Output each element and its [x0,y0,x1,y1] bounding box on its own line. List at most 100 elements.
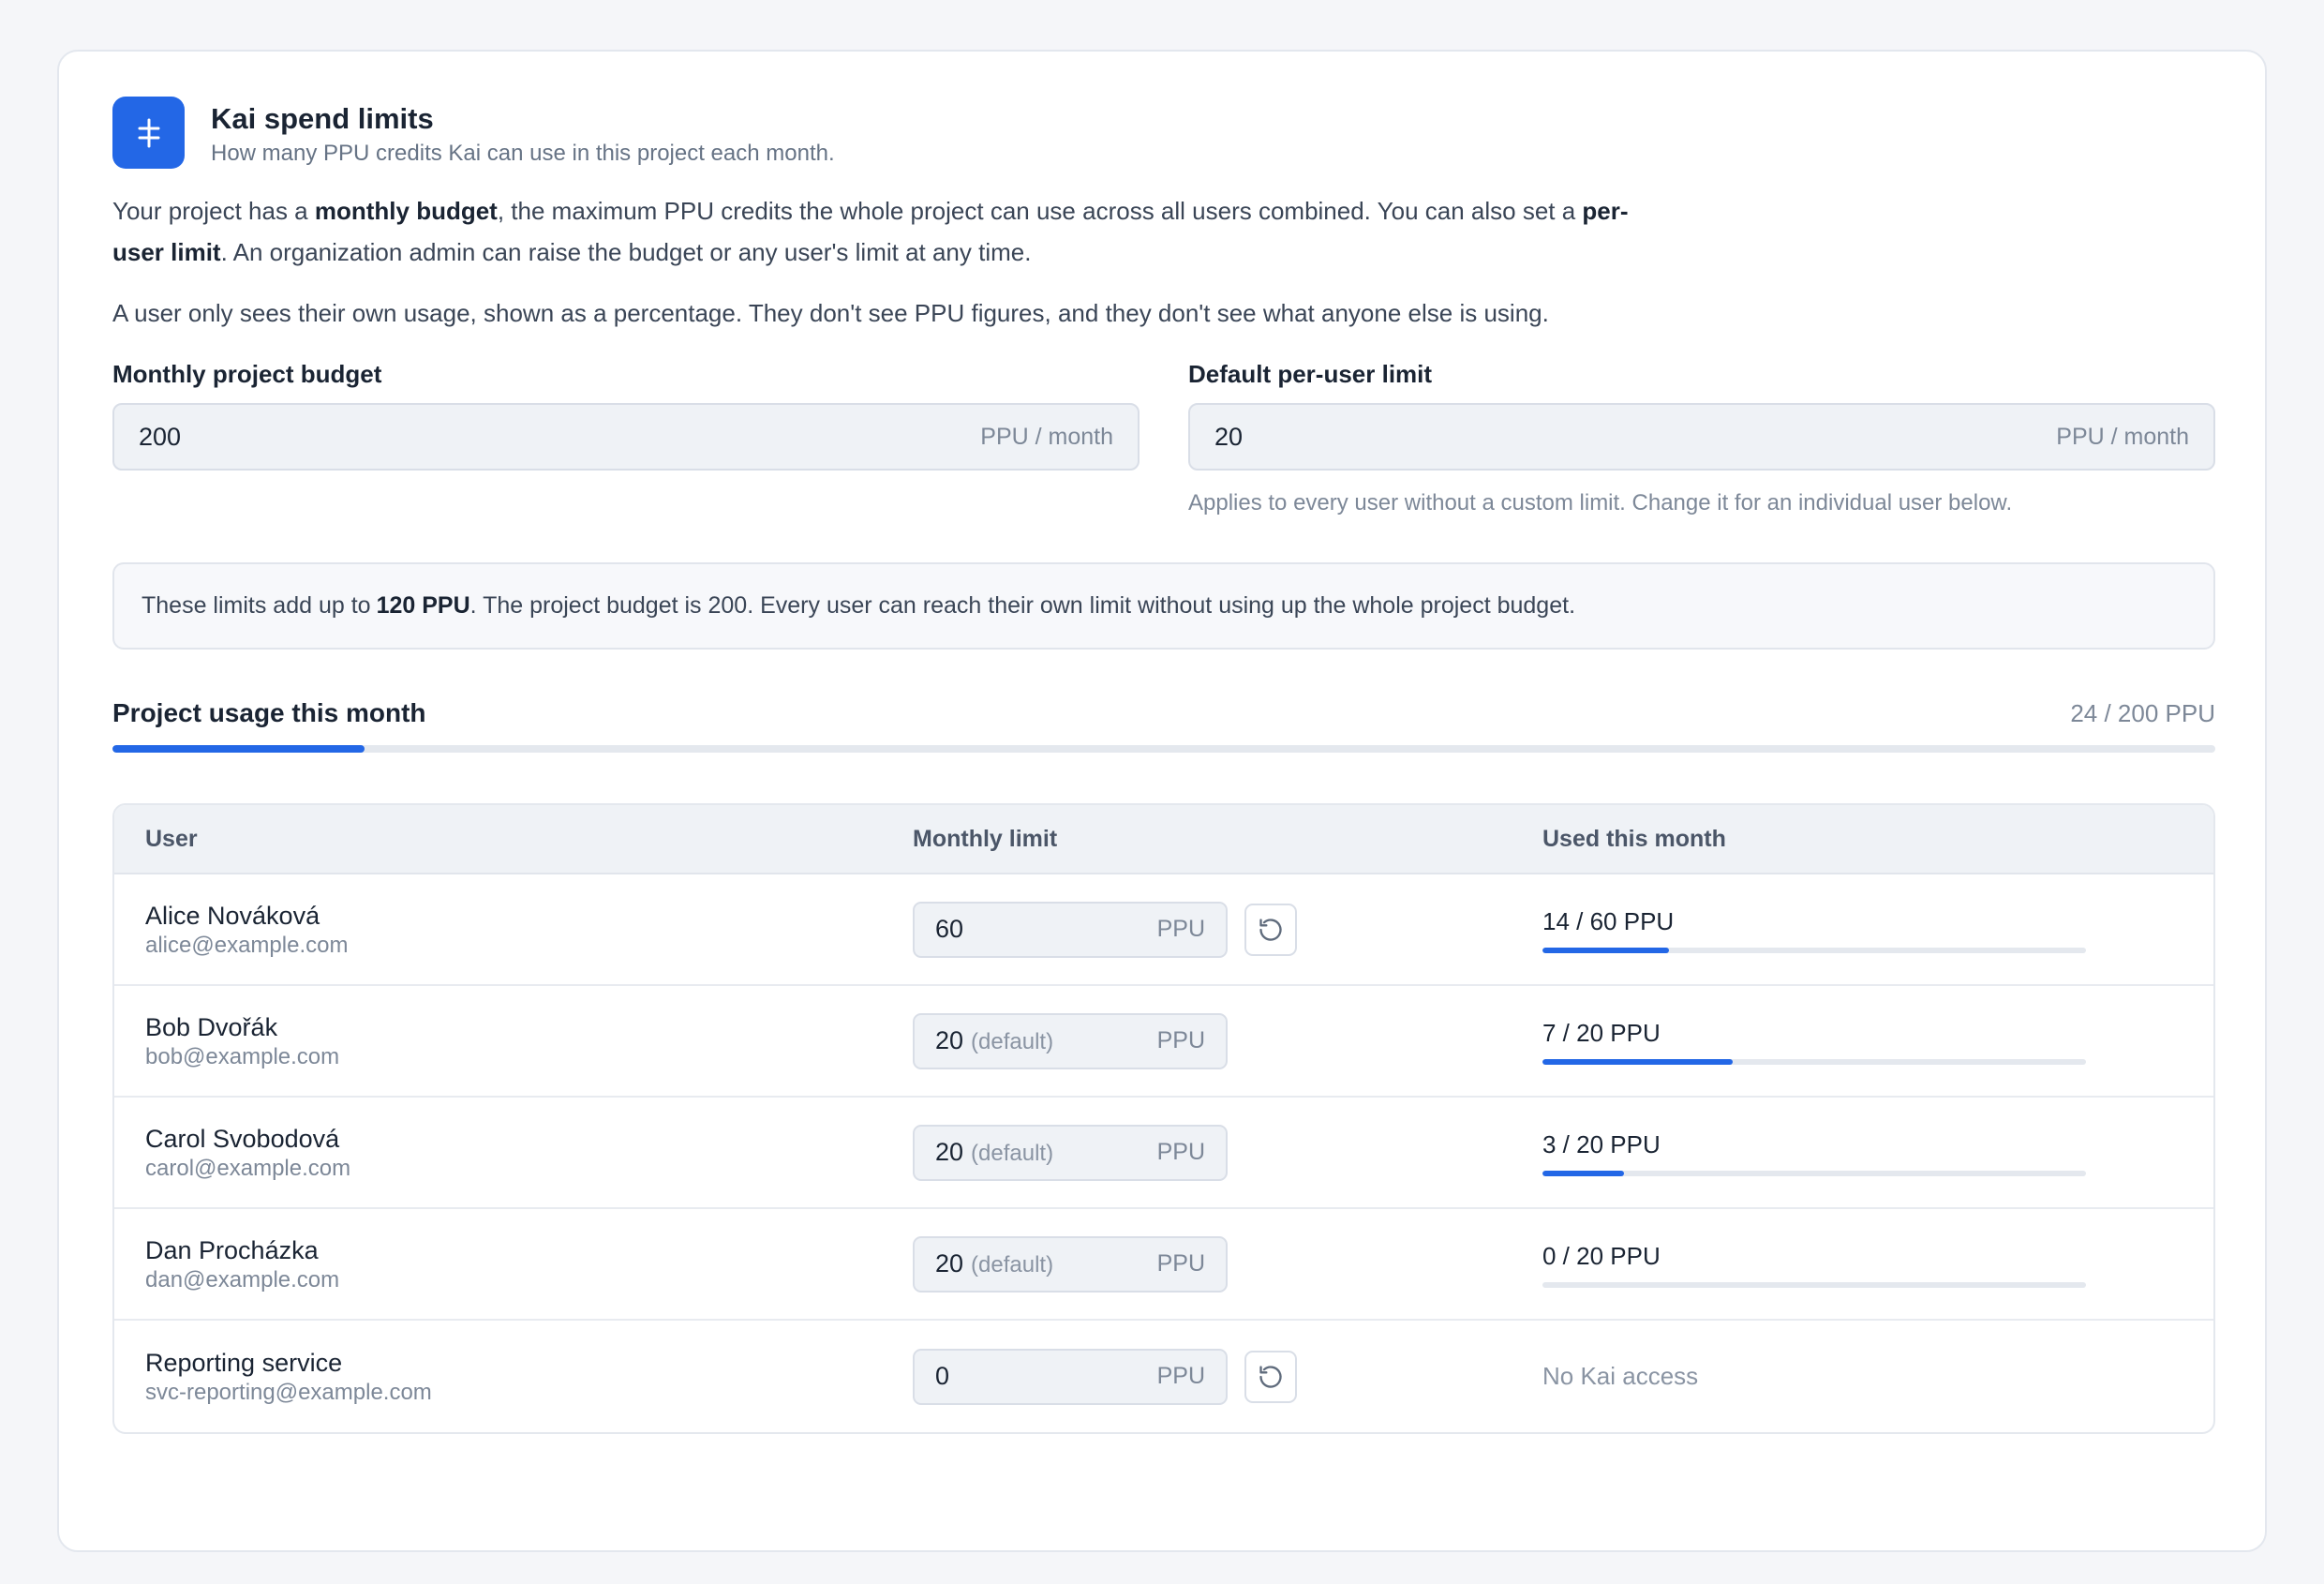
user-usage-value: 3 / 20 PPU [1542,1129,1661,1158]
budget-label: Monthly project budget [112,360,382,388]
intro-paragraph-budget: Your project has a monthly budget, the m… [112,197,1629,266]
table-row: Alice Nováková alice@example.com 60 PPU 14 /… [114,874,2213,986]
user-email: dan@example.com [145,1266,340,1293]
card-content: Kai spend limits How many PPU credits Ka… [112,97,2215,1434]
usage-cell: 14 / 60 PPU [1542,906,2213,953]
user-email: carol@example.com [145,1155,351,1181]
limit-fields: Monthly project budget 200 PPU / month D… [112,358,2215,517]
user-usage-value: 7 / 20 PPU [1542,1018,1661,1047]
user-limit-value: 20 [935,1249,964,1278]
intro-paragraph-visibility: A user only sees their own usage, shown … [112,299,1549,327]
table-row: Bob Dvořák bob@example.com 20 (default) PPU 7… [114,986,2213,1098]
usage-cell: 3 / 20 PPU [1542,1129,2213,1176]
user-email: svc-reporting@example.com [145,1379,432,1405]
limits-summary-notice: These limits add up to 120 PPU. The proje… [112,562,2215,650]
user-limit-default-tag: (default) [971,1252,1054,1278]
project-usage-bar [112,745,2215,753]
budget-input-value: 200 [139,422,182,451]
default-limit-field-group: Default per-user limit 20 PPU / month Ap… [1188,358,2215,517]
user-limit-value: 60 [935,915,964,943]
page-title: Kai spend limits [211,102,434,135]
limit-control: 20 (default) PPU [913,1124,1542,1181]
limit-cell: 20 (default) PPU [913,1012,1542,1069]
limit-control: 20 (default) PPU [913,1235,1542,1293]
limit-cell: 0 PPU [913,1348,1542,1405]
user-limit-unit: PPU [1156,916,1205,942]
user-limit-unit: PPU [1156,1250,1205,1277]
project-usage-header: Project usage this month 24 / 200 PPU [112,698,2215,728]
user-name: Carol Svobodová [145,1124,340,1153]
user-usage-value: 0 / 20 PPU [1542,1241,1661,1270]
user-name: Bob Dvořák [145,1012,278,1041]
default-limit-label: Default per-user limit [1188,360,1433,388]
budget-field-group: Monthly project budget 200 PPU / month [112,358,1140,517]
kai-logo-icon [112,97,185,169]
default-limit-input[interactable]: 20 PPU / month [1188,403,2215,471]
user-limit-default-tag: (default) [971,1141,1054,1166]
budget-input[interactable]: 200 PPU / month [112,403,1140,471]
limit-control: 60 PPU [913,901,1542,958]
user-limit-input[interactable]: 60 PPU [913,901,1228,958]
user-limits-table: User Monthly limit Used this month Alice… [112,803,2215,1434]
user-email: bob@example.com [145,1043,340,1069]
usage-cell: 7 / 20 PPU [1542,1018,2213,1065]
reset-icon [1258,917,1284,943]
user-usage-bar-fill [1542,1058,1733,1065]
usage-cell: No Kai access [1542,1362,2213,1391]
table-body: Alice Nováková alice@example.com 60 PPU 14 /… [114,874,2213,1432]
user-limit-default-tag: (default) [971,1029,1054,1054]
no-access-label: No Kai access [1542,1362,1699,1390]
limit-control: 0 PPU [913,1348,1542,1405]
user-limit-input[interactable]: 20 (default) PPU [913,1124,1228,1181]
user-usage-bar [1542,1281,2086,1288]
user-limit-value: 20 [935,1026,964,1054]
user-name: Dan Procházka [145,1235,319,1264]
default-limit-hint: Applies to every user without a custom l… [1188,490,2013,516]
spend-limits-card: Kai spend limits How many PPU credits Ka… [57,50,2267,1552]
user-cell: Alice Nováková alice@example.com [114,900,913,960]
user-limit-input[interactable]: 20 (default) PPU [913,1012,1228,1069]
page-subtitle: How many PPU credits Kai can use in this… [211,141,835,166]
column-header-limit: Monthly limit [913,825,1058,852]
limit-cell: 60 PPU [913,901,1542,958]
user-limit-value: 20 [935,1138,964,1166]
project-usage-bar-fill [112,745,365,753]
reset-limit-button[interactable] [1244,903,1297,956]
limit-cell: 20 (default) PPU [913,1124,1542,1181]
emphasis-monthly-budget: monthly budget [314,197,498,225]
column-header-user: User [145,825,198,852]
project-usage-title: Project usage this month [112,698,426,727]
user-usage-bar-fill [1542,947,1670,953]
user-email: alice@example.com [145,932,349,958]
usage-cell: 0 / 20 PPU [1542,1241,2213,1288]
default-limit-input-unit: PPU / month [2056,423,2189,450]
limit-cell: 20 (default) PPU [913,1235,1542,1293]
column-header-used: Used this month [1542,825,1726,852]
default-limit-input-value: 20 [1214,422,1244,451]
user-cell: Bob Dvořák bob@example.com [114,1011,913,1071]
project-usage-value: 24 / 200 PPU [2070,698,2215,727]
user-limit-input[interactable]: 0 PPU [913,1348,1228,1405]
header-text: Kai spend limits How many PPU credits Ka… [211,100,835,168]
user-limit-unit: PPU [1156,1139,1205,1165]
table-header: User Monthly limit Used this month [114,805,2213,874]
limits-total: 120 PPU [376,592,470,619]
card-header: Kai spend limits How many PPU credits Ka… [112,97,2215,172]
user-usage-bar-fill [1542,1170,1624,1176]
user-limit-value: 0 [935,1362,950,1390]
user-usage-value: 14 / 60 PPU [1542,906,1675,935]
user-cell: Reporting service svc-reporting@example.c… [114,1347,913,1407]
user-usage-bar [1542,947,2086,953]
reset-icon [1258,1364,1284,1390]
user-usage-bar [1542,1170,2086,1176]
table-row: Dan Procházka dan@example.com 20 (default) P… [114,1209,2213,1321]
table-row: Reporting service svc-reporting@example.c… [114,1321,2213,1432]
user-cell: Carol Svobodová carol@example.com [114,1123,913,1183]
table-row: Carol Svobodová carol@example.com 20 (defau… [114,1098,2213,1209]
user-limit-input[interactable]: 20 (default) PPU [913,1235,1228,1293]
user-name: Reporting service [145,1348,343,1377]
user-usage-bar [1542,1058,2086,1065]
reset-limit-button[interactable] [1244,1350,1297,1403]
user-cell: Dan Procházka dan@example.com [114,1234,913,1294]
user-limit-unit: PPU [1156,1363,1205,1389]
